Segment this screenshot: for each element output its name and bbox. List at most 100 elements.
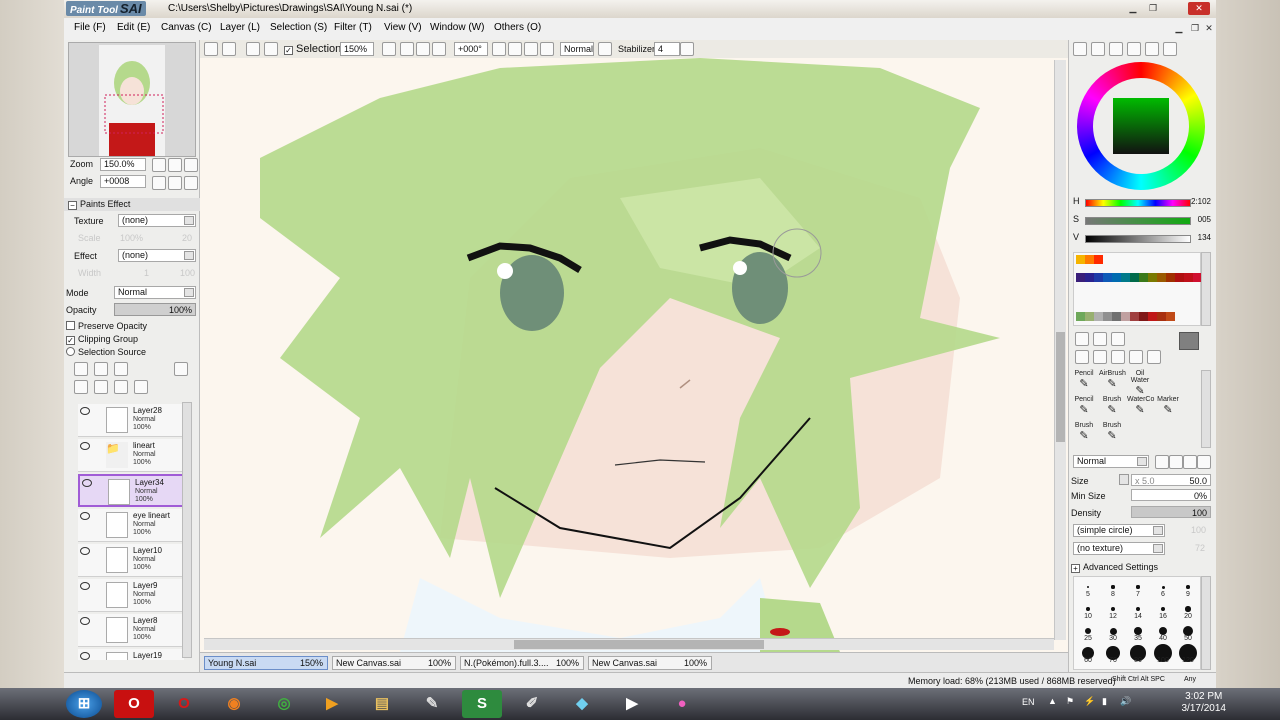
brush-size-dot[interactable]	[1136, 585, 1140, 589]
maximize-button[interactable]: ❐	[1146, 2, 1160, 15]
power-icon[interactable]: ⚡	[1084, 696, 1095, 707]
preserve-opacity-checkbox[interactable]: Preserve Opacity	[66, 321, 147, 331]
color-swatch[interactable]	[1121, 312, 1130, 321]
tool-grid-scrollbar[interactable]	[1201, 370, 1211, 448]
brush-shape-1-icon[interactable]	[1155, 455, 1169, 469]
brush-shape-2-icon[interactable]	[1169, 455, 1183, 469]
rotate-right-icon[interactable]	[508, 42, 522, 56]
new-linework-layer-icon[interactable]	[94, 362, 108, 376]
nav-zoom-field[interactable]: 150.0%	[100, 158, 146, 171]
color-swatch[interactable]	[1094, 255, 1103, 264]
rgb-slider-tab-icon[interactable]	[1091, 42, 1105, 56]
brush-size-dot[interactable]	[1086, 607, 1090, 611]
zoom-reset-icon[interactable]	[432, 42, 446, 56]
pen-tool-taskbar-icon[interactable]: ✐	[512, 690, 552, 718]
brush-size-dot[interactable]	[1111, 607, 1115, 611]
min-size-slider[interactable]: 0%	[1131, 489, 1211, 501]
selection-source-checkbox[interactable]: Selection Source	[66, 347, 146, 357]
brush-size-dot[interactable]	[1161, 585, 1165, 589]
value-slider[interactable]: V 134	[1073, 232, 1213, 246]
zoom-tool-icon[interactable]	[1093, 350, 1107, 364]
color-swatch[interactable]	[1166, 312, 1175, 321]
layer-mode-select[interactable]: Normal	[114, 286, 196, 299]
layer-row[interactable]: Layer28 Normal 100%	[78, 404, 184, 437]
menu-layer[interactable]: Layer (L)	[220, 22, 260, 33]
move-tool-icon[interactable]	[1075, 350, 1089, 364]
tray-expand-icon[interactable]: ▲	[1048, 696, 1057, 706]
visibility-eye-icon[interactable]	[80, 512, 90, 520]
color-mixer-tab-icon[interactable]	[1127, 42, 1141, 56]
color-swatch[interactable]	[1121, 273, 1130, 282]
texture-select[interactable]: (none)	[118, 214, 196, 227]
new-folder-icon[interactable]	[114, 362, 128, 376]
brush-size-dot[interactable]	[1135, 606, 1141, 612]
color-swatch[interactable]	[1103, 273, 1112, 282]
flag-icon[interactable]: ⚑	[1066, 696, 1074, 707]
color-swatch[interactable]	[1130, 312, 1139, 321]
menu-filter[interactable]: Filter (T)	[334, 22, 372, 33]
sai-taskbar-icon[interactable]: S	[462, 690, 502, 718]
color-swatch[interactable]	[1139, 273, 1148, 282]
brush-tool-slot[interactable]: Oil Water ✎	[1127, 370, 1153, 397]
brush-size-dot[interactable]	[1186, 585, 1190, 589]
brush-tool-slot[interactable]: WaterCo ✎	[1127, 396, 1154, 416]
media-player-taskbar-icon[interactable]: ▶	[312, 690, 352, 718]
new-layer-icon[interactable]	[74, 362, 88, 376]
layer-options-icon[interactable]	[174, 362, 188, 376]
eyedropper-tool-icon[interactable]	[1147, 350, 1161, 364]
layer-row[interactable]: Layer19	[78, 649, 184, 660]
nav-zoom-fit-icon[interactable]	[184, 158, 198, 172]
tab-new-canvas-2[interactable]: New Canvas.sai 100%	[588, 656, 712, 670]
brush-texture-select[interactable]: (no texture)	[1073, 542, 1165, 555]
menu-canvas[interactable]: Canvas (C)	[161, 22, 212, 33]
clipping-group-checkbox[interactable]: ✓ Clipping Group	[66, 334, 138, 345]
effect-select[interactable]: (none)	[118, 249, 196, 262]
visibility-eye-icon[interactable]	[80, 407, 90, 415]
layer-row[interactable]: Layer8 Normal 100%	[78, 614, 184, 647]
color-swatch[interactable]	[1085, 273, 1094, 282]
brush-blend-select[interactable]: Normal	[1073, 455, 1149, 468]
color-swatch[interactable]	[1085, 255, 1094, 264]
visibility-eye-icon[interactable]	[80, 442, 90, 450]
size-multiplier-dropdown[interactable]	[1119, 474, 1129, 485]
doc-close-button[interactable]: ✕	[1202, 22, 1216, 35]
menu-others[interactable]: Others (O)	[494, 22, 541, 33]
rotate-left-icon[interactable]	[492, 42, 506, 56]
stabilizer-field[interactable]: 4	[654, 42, 680, 56]
firefox-taskbar-icon[interactable]: ◉	[214, 690, 254, 718]
hue-slider[interactable]: H 2:102	[1073, 196, 1213, 210]
nav-zoom-in-icon[interactable]	[168, 158, 182, 172]
brush-tool-slot[interactable]: Brush ✎	[1071, 422, 1097, 442]
color-swatch[interactable]	[1076, 273, 1085, 282]
nav-rotate-reset-icon[interactable]	[184, 176, 198, 190]
advanced-settings-toggle[interactable]: + Advanced Settings	[1071, 562, 1158, 573]
language-indicator[interactable]: EN	[1022, 697, 1035, 707]
visibility-eye-icon[interactable]	[80, 547, 90, 555]
color-wheel[interactable]	[1077, 62, 1205, 190]
canvas-vertical-scrollbar[interactable]	[1054, 60, 1066, 640]
horizontal-scroll-thumb[interactable]	[514, 640, 764, 649]
layer-row[interactable]: 📁 lineart Normal 100%	[78, 439, 184, 472]
brush-size-dot[interactable]	[1158, 626, 1168, 636]
size-slider[interactable]: x 5.0 50.0	[1131, 474, 1211, 486]
color-wheel-tab-icon[interactable]	[1073, 42, 1087, 56]
color-swatch[interactable]	[1139, 312, 1148, 321]
brush-size-dot[interactable]	[1086, 585, 1090, 589]
tab-pokemon[interactable]: N.(Pokémon).full.3.... 100%	[460, 656, 584, 670]
brush-size-dot[interactable]	[1134, 627, 1142, 635]
color-swatch[interactable]	[1148, 312, 1157, 321]
network-icon[interactable]: ▮	[1102, 696, 1107, 707]
color-swatch[interactable]	[1112, 273, 1121, 282]
visibility-eye-icon[interactable]	[80, 652, 90, 660]
color-swatch[interactable]	[1166, 273, 1175, 282]
color-swatch[interactable]	[1076, 312, 1085, 321]
brush-tool-slot[interactable]: Brush ✎	[1099, 396, 1125, 416]
hand-tool-icon[interactable]	[1129, 350, 1143, 364]
brush-size-dot[interactable]	[1185, 606, 1191, 612]
brush-size-dot[interactable]	[1084, 627, 1092, 635]
layer-list-scrollbar[interactable]	[182, 402, 192, 658]
mode-dropdown-icon[interactable]	[598, 42, 612, 56]
swatch-palette[interactable]	[1073, 252, 1202, 326]
color-swatch[interactable]	[1085, 312, 1094, 321]
volume-icon[interactable]: 🔊	[1120, 696, 1131, 707]
